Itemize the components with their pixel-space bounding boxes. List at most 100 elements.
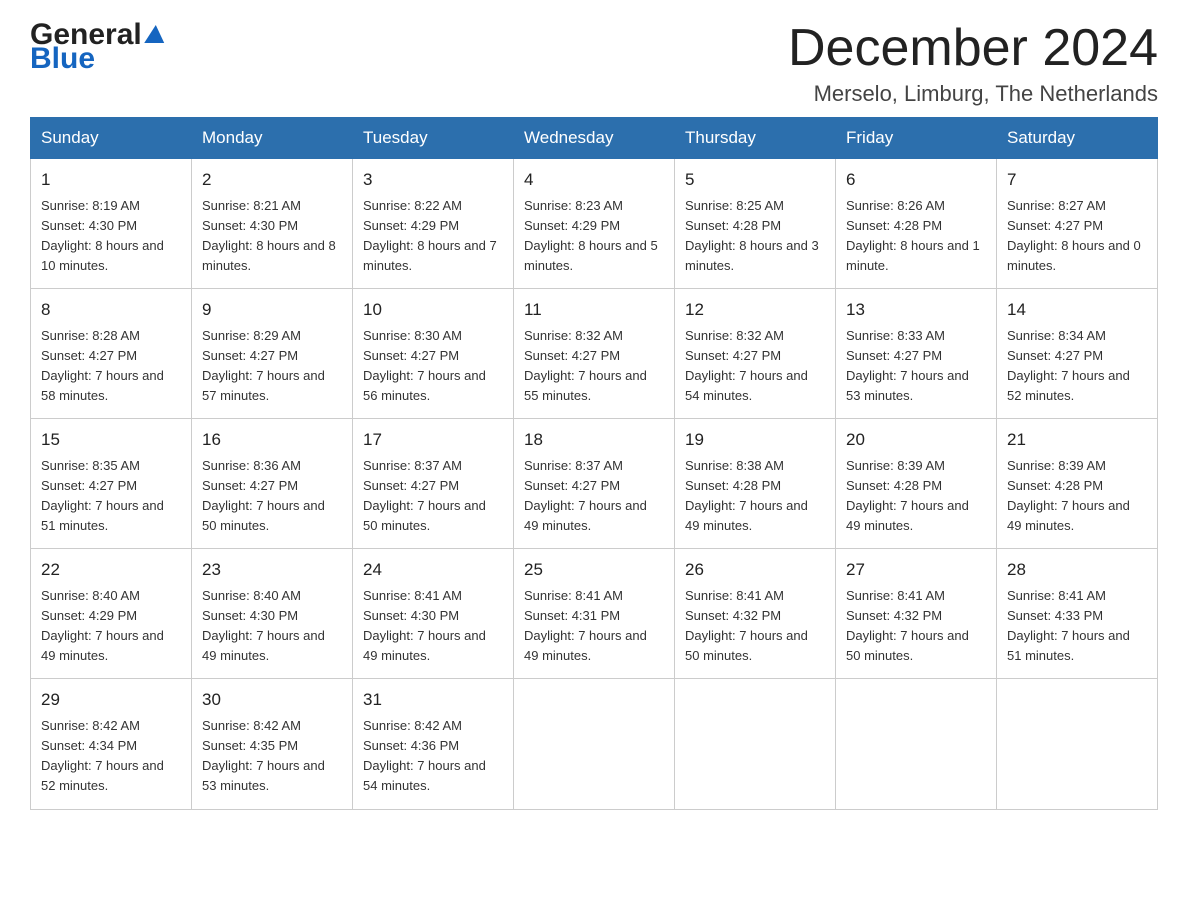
day-number: 18 — [524, 427, 664, 453]
day-number: 15 — [41, 427, 181, 453]
calendar-cell: 16 Sunrise: 8:36 AMSunset: 4:27 PMDayligh… — [192, 419, 353, 549]
day-info: Sunrise: 8:42 AMSunset: 4:35 PMDaylight:… — [202, 716, 342, 797]
day-info: Sunrise: 8:35 AMSunset: 4:27 PMDaylight:… — [41, 456, 181, 537]
day-number: 20 — [846, 427, 986, 453]
location-subtitle: Merselo, Limburg, The Netherlands — [788, 81, 1158, 107]
day-number: 4 — [524, 167, 664, 193]
calendar-week-row: 15 Sunrise: 8:35 AMSunset: 4:27 PMDayligh… — [31, 419, 1158, 549]
calendar-week-row: 8 Sunrise: 8:28 AMSunset: 4:27 PMDaylight… — [31, 289, 1158, 419]
page-header: General Blue December 2024 Merselo, Limb… — [30, 20, 1158, 107]
day-number: 26 — [685, 557, 825, 583]
calendar-cell: 26 Sunrise: 8:41 AMSunset: 4:32 PMDayligh… — [675, 549, 836, 679]
day-info: Sunrise: 8:22 AMSunset: 4:29 PMDaylight:… — [363, 196, 503, 277]
day-info: Sunrise: 8:19 AMSunset: 4:30 PMDaylight:… — [41, 196, 181, 277]
calendar-cell: 2Sunrise: 8:21 AMSunset: 4:30 PMDaylight… — [192, 159, 353, 289]
logo-triangle-icon — [144, 25, 166, 43]
calendar-cell: 1 Sunrise: 8:19 AMSunset: 4:30 PMDaylight… — [31, 159, 192, 289]
day-number: 16 — [202, 427, 342, 453]
calendar-cell: 21 Sunrise: 8:39 AMSunset: 4:28 PMDayligh… — [997, 419, 1158, 549]
day-info: Sunrise: 8:41 AMSunset: 4:33 PMDaylight:… — [1007, 586, 1147, 667]
month-title: December 2024 — [788, 20, 1158, 77]
day-info: Sunrise: 8:41 AMSunset: 4:31 PMDaylight:… — [524, 586, 664, 667]
day-number: 31 — [363, 687, 503, 713]
calendar-cell: 17 Sunrise: 8:37 AMSunset: 4:27 PMDayligh… — [353, 419, 514, 549]
weekday-header-sunday: Sunday — [31, 118, 192, 159]
calendar-cell — [836, 679, 997, 809]
logo-blue-text: Blue — [30, 44, 165, 74]
day-number: 10 — [363, 297, 503, 323]
calendar-cell: 29 Sunrise: 8:42 AMSunset: 4:34 PMDayligh… — [31, 679, 192, 809]
day-number: 17 — [363, 427, 503, 453]
calendar-cell: 24Sunrise: 8:41 AMSunset: 4:30 PMDayligh… — [353, 549, 514, 679]
day-info: Sunrise: 8:37 AMSunset: 4:27 PMDaylight:… — [363, 456, 503, 537]
day-number: 30 — [202, 687, 342, 713]
day-info: Sunrise: 8:28 AMSunset: 4:27 PMDaylight:… — [41, 326, 181, 407]
calendar-cell: 6 Sunrise: 8:26 AMSunset: 4:28 PMDaylight… — [836, 159, 997, 289]
day-number: 11 — [524, 297, 664, 323]
day-info: Sunrise: 8:23 AMSunset: 4:29 PMDaylight:… — [524, 196, 664, 277]
calendar-cell: 10Sunrise: 8:30 AMSunset: 4:27 PMDayligh… — [353, 289, 514, 419]
calendar-cell: 20Sunrise: 8:39 AMSunset: 4:28 PMDayligh… — [836, 419, 997, 549]
calendar-cell: 28Sunrise: 8:41 AMSunset: 4:33 PMDayligh… — [997, 549, 1158, 679]
calendar-cell: 27 Sunrise: 8:41 AMSunset: 4:32 PMDayligh… — [836, 549, 997, 679]
day-info: Sunrise: 8:41 AMSunset: 4:32 PMDaylight:… — [846, 586, 986, 667]
calendar-cell: 18 Sunrise: 8:37 AMSunset: 4:27 PMDayligh… — [514, 419, 675, 549]
calendar-cell: 4 Sunrise: 8:23 AMSunset: 4:29 PMDaylight… — [514, 159, 675, 289]
day-info: Sunrise: 8:32 AMSunset: 4:27 PMDaylight:… — [524, 326, 664, 407]
day-number: 29 — [41, 687, 181, 713]
day-info: Sunrise: 8:42 AMSunset: 4:34 PMDaylight:… — [41, 716, 181, 797]
title-area: December 2024 Merselo, Limburg, The Neth… — [788, 20, 1158, 107]
weekday-header-monday: Monday — [192, 118, 353, 159]
calendar-cell: 9 Sunrise: 8:29 AMSunset: 4:27 PMDaylight… — [192, 289, 353, 419]
day-number: 22 — [41, 557, 181, 583]
calendar-week-row: 22 Sunrise: 8:40 AMSunset: 4:29 PMDayligh… — [31, 549, 1158, 679]
weekday-header-tuesday: Tuesday — [353, 118, 514, 159]
day-number: 8 — [41, 297, 181, 323]
day-number: 13 — [846, 297, 986, 323]
calendar-cell: 25 Sunrise: 8:41 AMSunset: 4:31 PMDayligh… — [514, 549, 675, 679]
day-number: 12 — [685, 297, 825, 323]
day-number: 3 — [363, 167, 503, 193]
day-info: Sunrise: 8:29 AMSunset: 4:27 PMDaylight:… — [202, 326, 342, 407]
calendar-cell: 30 Sunrise: 8:42 AMSunset: 4:35 PMDayligh… — [192, 679, 353, 809]
day-number: 19 — [685, 427, 825, 453]
day-number: 6 — [846, 167, 986, 193]
day-info: Sunrise: 8:25 AMSunset: 4:28 PMDaylight:… — [685, 196, 825, 277]
calendar-cell: 5 Sunrise: 8:25 AMSunset: 4:28 PMDaylight… — [675, 159, 836, 289]
calendar-cell: 12 Sunrise: 8:32 AMSunset: 4:27 PMDayligh… — [675, 289, 836, 419]
calendar-week-row: 29 Sunrise: 8:42 AMSunset: 4:34 PMDayligh… — [31, 679, 1158, 809]
day-info: Sunrise: 8:34 AMSunset: 4:27 PMDaylight:… — [1007, 326, 1147, 407]
weekday-header-saturday: Saturday — [997, 118, 1158, 159]
day-info: Sunrise: 8:39 AMSunset: 4:28 PMDaylight:… — [1007, 456, 1147, 537]
day-info: Sunrise: 8:26 AMSunset: 4:28 PMDaylight:… — [846, 196, 986, 277]
day-number: 24 — [363, 557, 503, 583]
weekday-header-thursday: Thursday — [675, 118, 836, 159]
day-info: Sunrise: 8:38 AMSunset: 4:28 PMDaylight:… — [685, 456, 825, 537]
day-number: 14 — [1007, 297, 1147, 323]
day-number: 2 — [202, 167, 342, 193]
day-number: 21 — [1007, 427, 1147, 453]
day-number: 7 — [1007, 167, 1147, 193]
day-number: 27 — [846, 557, 986, 583]
day-number: 9 — [202, 297, 342, 323]
day-info: Sunrise: 8:32 AMSunset: 4:27 PMDaylight:… — [685, 326, 825, 407]
calendar-week-row: 1 Sunrise: 8:19 AMSunset: 4:30 PMDaylight… — [31, 159, 1158, 289]
day-info: Sunrise: 8:33 AMSunset: 4:27 PMDaylight:… — [846, 326, 986, 407]
day-info: Sunrise: 8:36 AMSunset: 4:27 PMDaylight:… — [202, 456, 342, 537]
day-number: 1 — [41, 167, 181, 193]
day-info: Sunrise: 8:41 AMSunset: 4:32 PMDaylight:… — [685, 586, 825, 667]
calendar-cell: 3 Sunrise: 8:22 AMSunset: 4:29 PMDaylight… — [353, 159, 514, 289]
calendar-cell: 19 Sunrise: 8:38 AMSunset: 4:28 PMDayligh… — [675, 419, 836, 549]
day-info: Sunrise: 8:27 AMSunset: 4:27 PMDaylight:… — [1007, 196, 1147, 277]
weekday-header-wednesday: Wednesday — [514, 118, 675, 159]
calendar-cell: 11 Sunrise: 8:32 AMSunset: 4:27 PMDayligh… — [514, 289, 675, 419]
calendar-cell: 15 Sunrise: 8:35 AMSunset: 4:27 PMDayligh… — [31, 419, 192, 549]
calendar-cell: 23Sunrise: 8:40 AMSunset: 4:30 PMDayligh… — [192, 549, 353, 679]
day-number: 23 — [202, 557, 342, 583]
day-info: Sunrise: 8:42 AMSunset: 4:36 PMDaylight:… — [363, 716, 503, 797]
day-info: Sunrise: 8:40 AMSunset: 4:29 PMDaylight:… — [41, 586, 181, 667]
day-number: 25 — [524, 557, 664, 583]
day-number: 5 — [685, 167, 825, 193]
day-info: Sunrise: 8:37 AMSunset: 4:27 PMDaylight:… — [524, 456, 664, 537]
calendar-cell: 14 Sunrise: 8:34 AMSunset: 4:27 PMDayligh… — [997, 289, 1158, 419]
